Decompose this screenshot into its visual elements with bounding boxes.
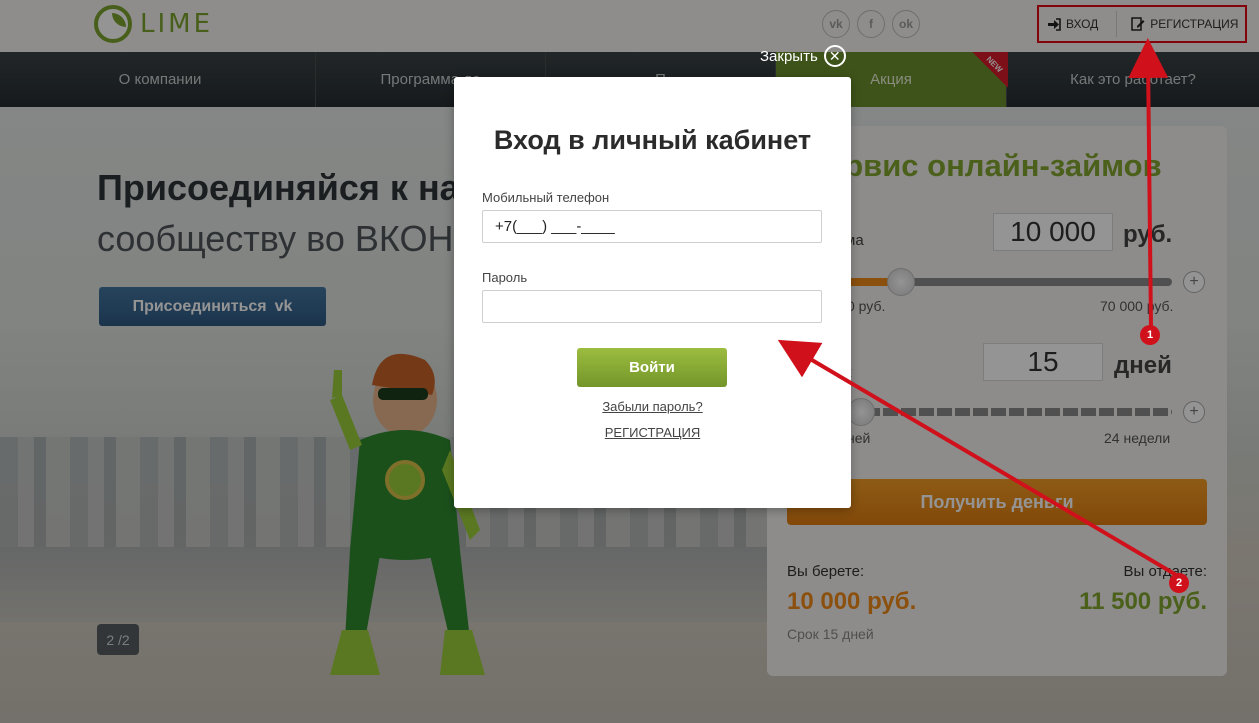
password-label: Пароль — [482, 270, 528, 285]
phone-input[interactable] — [482, 210, 822, 243]
phone-label: Мобильный телефон — [482, 190, 610, 205]
forgot-password-link[interactable]: Забыли пароль? — [454, 399, 851, 414]
login-button[interactable]: Войти — [577, 348, 727, 387]
register-modal-link[interactable]: РЕГИСТРАЦИЯ — [454, 425, 851, 440]
close-icon: ✕ — [823, 45, 846, 67]
close-label: Закрыть — [760, 47, 818, 65]
password-input[interactable] — [482, 290, 822, 323]
annotation-badge-1: 1 — [1140, 325, 1160, 345]
annotation-badge-2: 2 — [1169, 573, 1189, 593]
login-modal: Вход в личный кабинет Мобильный телефон … — [454, 77, 851, 508]
close-modal-button[interactable]: Закрыть ✕ — [760, 45, 846, 67]
modal-title: Вход в личный кабинет — [493, 125, 812, 155]
